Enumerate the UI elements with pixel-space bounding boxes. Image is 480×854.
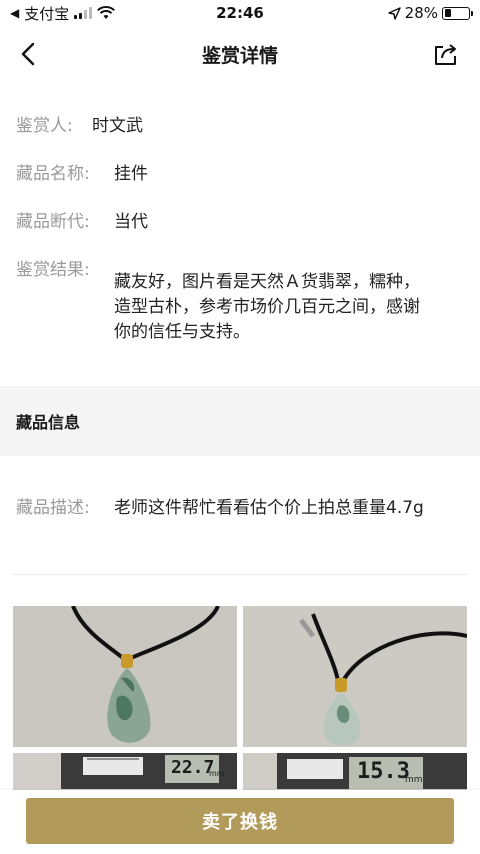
back-button[interactable]	[12, 38, 44, 70]
back-app-label: 支付宝	[24, 4, 70, 23]
caliper-unit-1: mm	[209, 769, 225, 778]
pendant-photo-1	[13, 606, 237, 747]
caliper-reading-1: 22.7	[171, 757, 215, 778]
collection-name-label: 藏品名称:	[16, 164, 90, 184]
sell-button[interactable]: 卖了换钱	[26, 798, 454, 844]
nav-bar: 鉴赏详情	[0, 28, 480, 80]
collection-name-row: 藏品名称: 挂件	[16, 162, 464, 186]
wifi-icon	[97, 6, 116, 19]
status-right: 28%	[387, 4, 473, 22]
back-to-app-icon: ◀	[10, 6, 20, 20]
photo-4[interactable]: 15.3 mm	[243, 753, 467, 793]
description-label: 藏品描述:	[16, 498, 90, 518]
photo-2[interactable]	[243, 606, 467, 747]
status-left[interactable]: ◀ 支付宝	[10, 3, 116, 24]
description-value: 老师这件帮忙看看估个价上拍总重量4.7g	[114, 498, 424, 518]
section-title-collection-info: 藏品信息	[0, 386, 480, 456]
era-label: 藏品断代:	[16, 212, 90, 232]
description-row: 藏品描述: 老师这件帮忙看看估个价上拍总重量4.7g	[16, 496, 464, 521]
status-bar: ◀ 支付宝 22:46 28%	[0, 0, 480, 26]
caliper-reading-2: 15.3	[357, 759, 410, 784]
era-value: 当代	[114, 212, 148, 232]
share-button[interactable]	[430, 38, 462, 70]
appraiser-label: 鉴赏人:	[16, 116, 73, 136]
caliper-unit-2: mm	[405, 775, 423, 785]
pendant-photo-2	[243, 606, 467, 747]
page-title: 鉴赏详情	[201, 44, 278, 67]
battery-icon	[442, 6, 473, 20]
appraiser-row: 鉴赏人: 时文武	[16, 114, 464, 138]
divider	[12, 574, 468, 575]
result-label: 鉴赏结果:	[16, 260, 90, 280]
era-row: 藏品断代: 当代	[16, 210, 464, 234]
share-icon	[435, 44, 456, 65]
chevron-left-icon	[21, 42, 35, 66]
bottom-bar: 卖了换钱	[0, 790, 480, 854]
result-row: 鉴赏结果: 藏友好，图片看是天然Ａ货翡翠，糯种，造型古朴，参考市场价几百元之间，…	[16, 258, 464, 345]
battery-percent: 28%	[404, 4, 438, 22]
photo-1[interactable]	[13, 606, 237, 747]
result-value: 藏友好，图片看是天然Ａ货翡翠，糯种，造型古朴，参考市场价几百元之间，感谢你的信任…	[114, 272, 420, 342]
signal-icon	[74, 7, 93, 19]
photo-3[interactable]: 22.7 mm	[13, 753, 237, 793]
battery-fill	[444, 9, 451, 17]
collection-name-value: 挂件	[114, 164, 148, 184]
appraiser-value: 时文武	[92, 116, 143, 136]
caliper-photo-2	[243, 753, 467, 793]
location-arrow-icon	[387, 6, 401, 20]
